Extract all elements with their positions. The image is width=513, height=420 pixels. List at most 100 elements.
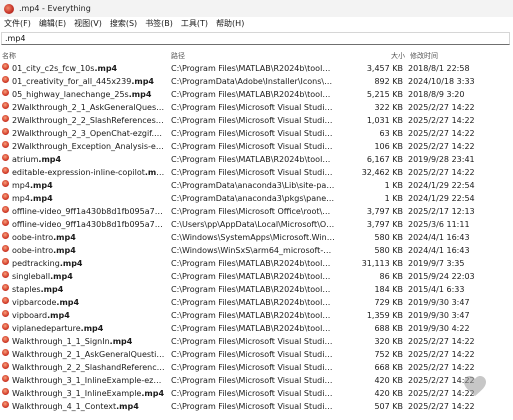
file-modified-date: 2024/1/29 22:54 <box>408 194 475 203</box>
menu-tools[interactable]: 工具(T) <box>177 18 212 29</box>
video-file-icon <box>2 206 9 213</box>
table-row[interactable]: vipbarcode.mp4 C:\Program Files\MATLAB\R2… <box>0 296 513 309</box>
file-modified-date: 2015/9/24 22:03 <box>408 272 475 281</box>
menu-search[interactable]: 搜索(S) <box>106 18 141 29</box>
file-name: oobe-intro.mp4 <box>12 232 166 243</box>
search-input[interactable] <box>1 32 510 45</box>
file-name: 01_city_c2s_fcw_10s.mp4 <box>12 63 166 74</box>
file-modified-date: 2018/8/9 3:20 <box>408 90 465 99</box>
file-name-base: vipbarcode <box>12 298 57 307</box>
table-row[interactable]: offline-video_9ff1a430b8d1fb095a756... C:… <box>0 218 513 231</box>
video-file-icon <box>2 245 9 252</box>
file-name-extension: .mp4 <box>47 311 70 320</box>
file-name: editable-expression-inline-copilot.mp4 <box>12 167 166 178</box>
menu-view[interactable]: 视图(V) <box>70 18 106 29</box>
menu-help[interactable]: 帮助(H) <box>212 18 248 29</box>
file-name-base: Walkthrough_3_1_InlineExample <box>12 389 142 398</box>
file-size: 3,797 KB <box>366 220 403 229</box>
table-row[interactable]: 01_city_c2s_fcw_10s.mp4 C:\Program Files\… <box>0 62 513 75</box>
table-row[interactable]: singleball.mp4 C:\Program Files\MATLAB\R2… <box>0 270 513 283</box>
file-name: atrium.mp4 <box>12 154 166 165</box>
table-row[interactable]: vipboard.mp4 C:\Program Files\MATLAB\R202… <box>0 309 513 322</box>
table-row[interactable]: editable-expression-inline-copilot.mp4 C:… <box>0 166 513 179</box>
file-name: 2Walkthrough_2_1_AskGeneralQuestio... <box>12 102 166 113</box>
title-bar: .mp4 - Everything <box>0 0 513 17</box>
file-name-base: 2Walkthrough_2_3_OpenChat-ezgif.co... <box>12 129 166 138</box>
file-path: C:\Program Files\Microsoft Visual Studio… <box>171 142 335 151</box>
file-modified-date: 2025/2/27 14:22 <box>408 129 475 138</box>
video-file-icon <box>2 388 9 395</box>
file-name-base: Walkthrough_2_2_SlashandReferences.... <box>12 363 166 372</box>
video-file-icon <box>2 141 9 148</box>
column-header-name[interactable]: 名称 <box>2 51 16 61</box>
file-size: 668 KB <box>374 363 403 372</box>
file-size: 31,113 KB <box>361 259 403 268</box>
table-row[interactable]: Walkthrough_2_1_AskGeneralQuestion... C:\… <box>0 348 513 361</box>
video-file-icon <box>2 297 9 304</box>
file-modified-date: 2024/4/1 16:43 <box>408 246 470 255</box>
column-header-path[interactable]: 路径 <box>171 51 185 61</box>
table-row[interactable]: pedtracking.mp4 C:\Program Files\MATLAB\R… <box>0 257 513 270</box>
file-modified-date: 2019/9/7 3:35 <box>408 259 465 268</box>
menu-bar: 文件(F) 编辑(E) 视图(V) 搜索(S) 书签(B) 工具(T) 帮助(H… <box>0 17 513 30</box>
file-name: Walkthrough_3_1_InlineExample.mp4 <box>12 388 166 399</box>
file-path: C:\Program Files\Microsoft Office\root\O… <box>171 207 335 216</box>
table-row[interactable]: Walkthrough_2_2_SlashandReferences.... C:… <box>0 361 513 374</box>
file-size: 1,031 KB <box>366 116 403 125</box>
file-size: 420 KB <box>374 376 403 385</box>
file-size: 322 KB <box>374 103 403 112</box>
file-modified-date: 2024/1/29 22:54 <box>408 181 475 190</box>
file-path: C:\Program Files\Microsoft Visual Studio… <box>171 103 335 112</box>
menu-file[interactable]: 文件(F) <box>0 18 35 29</box>
file-path: C:\Program Files\MATLAB\R2024b\toolbo... <box>171 64 335 73</box>
file-name-base: 2Walkthrough_2_1_AskGeneralQuestio... <box>12 103 166 112</box>
search-bar <box>0 30 513 47</box>
table-row[interactable]: oobe-intro.mp4 C:\Windows\SystemApps\Micr… <box>0 231 513 244</box>
file-name-base: mp4 <box>12 194 30 203</box>
file-name: vipboard.mp4 <box>12 310 166 321</box>
file-modified-date: 2025/2/27 14:22 <box>408 142 475 151</box>
file-size: 729 KB <box>374 298 403 307</box>
table-row[interactable]: Walkthrough_3_1_InlineExample-ezgif.... C… <box>0 374 513 387</box>
table-row[interactable]: 2Walkthrough_2_3_OpenChat-ezgif.co... C:\… <box>0 127 513 140</box>
file-name-base: vipboard <box>12 311 48 320</box>
table-row[interactable]: mp4.mp4 C:\ProgramData\anaconda3\Lib\site… <box>0 179 513 192</box>
table-row[interactable]: Walkthrough_4_1_Context.mp4 C:\Program Fi… <box>0 400 513 413</box>
file-name-base: oobe-intro <box>12 246 54 255</box>
table-row[interactable]: staples.mp4 C:\Program Files\MATLAB\R2024… <box>0 283 513 296</box>
table-row[interactable]: mp4.mp4 C:\ProgramData\anaconda3\pkgs\pan… <box>0 192 513 205</box>
table-row[interactable]: 2Walkthrough_Exception_Analysis-ezgi... C… <box>0 140 513 153</box>
heart-icon[interactable] <box>463 375 487 397</box>
file-name: Walkthrough_4_1_Context.mp4 <box>12 401 166 412</box>
file-path: C:\Program Files\MATLAB\R2024b\toolbo... <box>171 324 335 333</box>
column-header-date[interactable]: 修改时间 <box>410 51 438 61</box>
video-file-icon <box>2 284 9 291</box>
menu-bookmarks[interactable]: 书签(B) <box>141 18 177 29</box>
video-file-icon <box>2 310 9 317</box>
table-row[interactable]: 01_creativity_for_all_445x239.mp4 C:\Prog… <box>0 75 513 88</box>
file-name-extension: .mp4 <box>59 259 83 268</box>
file-path: C:\Program Files\MATLAB\R2024b\toolbo... <box>171 259 335 268</box>
video-file-icon <box>2 336 9 343</box>
table-row[interactable]: offline-video_9ff1a430b8d1fb095a756... C:… <box>0 205 513 218</box>
file-name: viplanedeparture.mp4 <box>12 323 166 334</box>
table-row[interactable]: oobe-intro.mp4 C:\Windows\WinSxS\arm64_mi… <box>0 244 513 257</box>
file-size: 688 KB <box>374 324 403 333</box>
table-row[interactable]: viplanedeparture.mp4 C:\Program Files\MAT… <box>0 322 513 335</box>
video-file-icon <box>2 401 9 408</box>
table-row[interactable]: Walkthrough_1_1_SignIn.mp4 C:\Program Fil… <box>0 335 513 348</box>
table-row[interactable]: Walkthrough_3_1_InlineExample.mp4 C:\Prog… <box>0 387 513 400</box>
table-row[interactable]: 2Walkthrough_2_1_AskGeneralQuestio... C:\… <box>0 101 513 114</box>
video-file-icon <box>2 258 9 265</box>
table-row[interactable]: atrium.mp4 C:\Program Files\MATLAB\R2024b… <box>0 153 513 166</box>
column-header-size[interactable]: 大小 <box>391 51 405 61</box>
menu-edit[interactable]: 编辑(E) <box>35 18 70 29</box>
file-size: 3,797 KB <box>366 207 403 216</box>
file-name-extension: .mp4 <box>29 194 53 203</box>
table-row[interactable]: 2Walkthrough_2_2_SlashReferences-ez... C:… <box>0 114 513 127</box>
file-name: offline-video_9ff1a430b8d1fb095a756... <box>12 219 166 230</box>
file-size: 184 KB <box>374 285 403 294</box>
file-name-base: Walkthrough_2_1_AskGeneralQuestion... <box>12 350 166 359</box>
file-name-extension: .mp4 <box>53 233 76 242</box>
table-row[interactable]: 05_highway_lanechange_25s.mp4 C:\Program … <box>0 88 513 101</box>
